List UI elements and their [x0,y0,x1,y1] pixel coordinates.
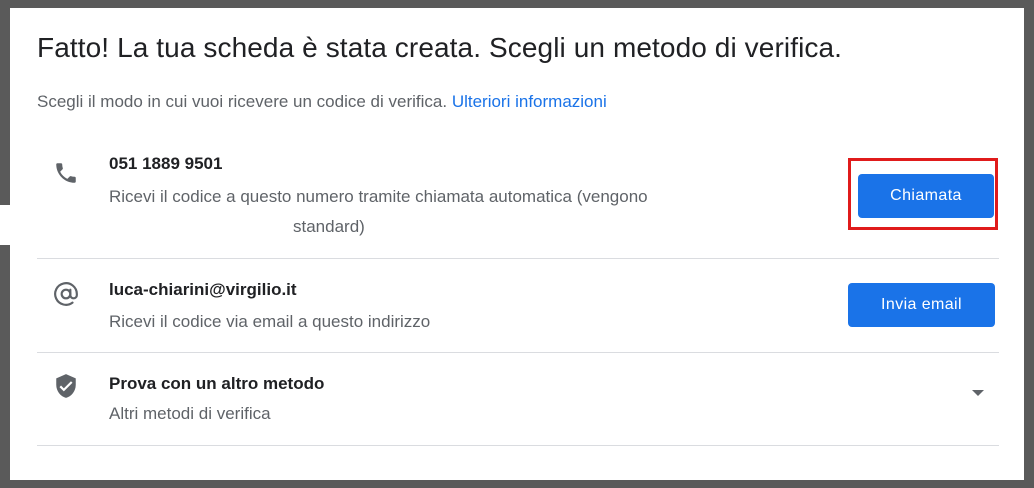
verification-option-other[interactable]: Prova con un altro metodo Altri metodi d… [37,353,999,446]
email-description: Ricevi il codice via email a questo indi… [109,312,431,331]
phone-icon [56,163,76,183]
learn-more-link[interactable]: Ulteriori informazioni [452,92,607,111]
occluded-area [0,205,300,245]
phone-number: 051 1889 9501 [109,154,223,173]
other-method-title: Prova con un altro metodo [109,374,325,393]
send-email-button[interactable]: Invia email [848,283,995,327]
phone-description-line2-visible: standard) [293,217,365,236]
email-address: luca-chiarini@virgilio.it [109,280,297,299]
call-button-highlight [848,158,998,230]
at-sign-icon [54,282,78,306]
other-method-description: Altri metodi di verifica [109,404,271,423]
verification-option-email: luca-chiarini@virgilio.it Ricevi il codi… [37,259,999,353]
page-title: Fatto! La tua scheda è stata creata. Sce… [37,32,843,63]
chevron-down-icon[interactable] [972,390,984,396]
subtitle-text: Scegli il modo in cui vuoi ricevere un c… [37,92,448,111]
shield-check-icon [56,374,76,398]
page-subtitle: Scegli il modo in cui vuoi ricevere un c… [37,92,607,112]
